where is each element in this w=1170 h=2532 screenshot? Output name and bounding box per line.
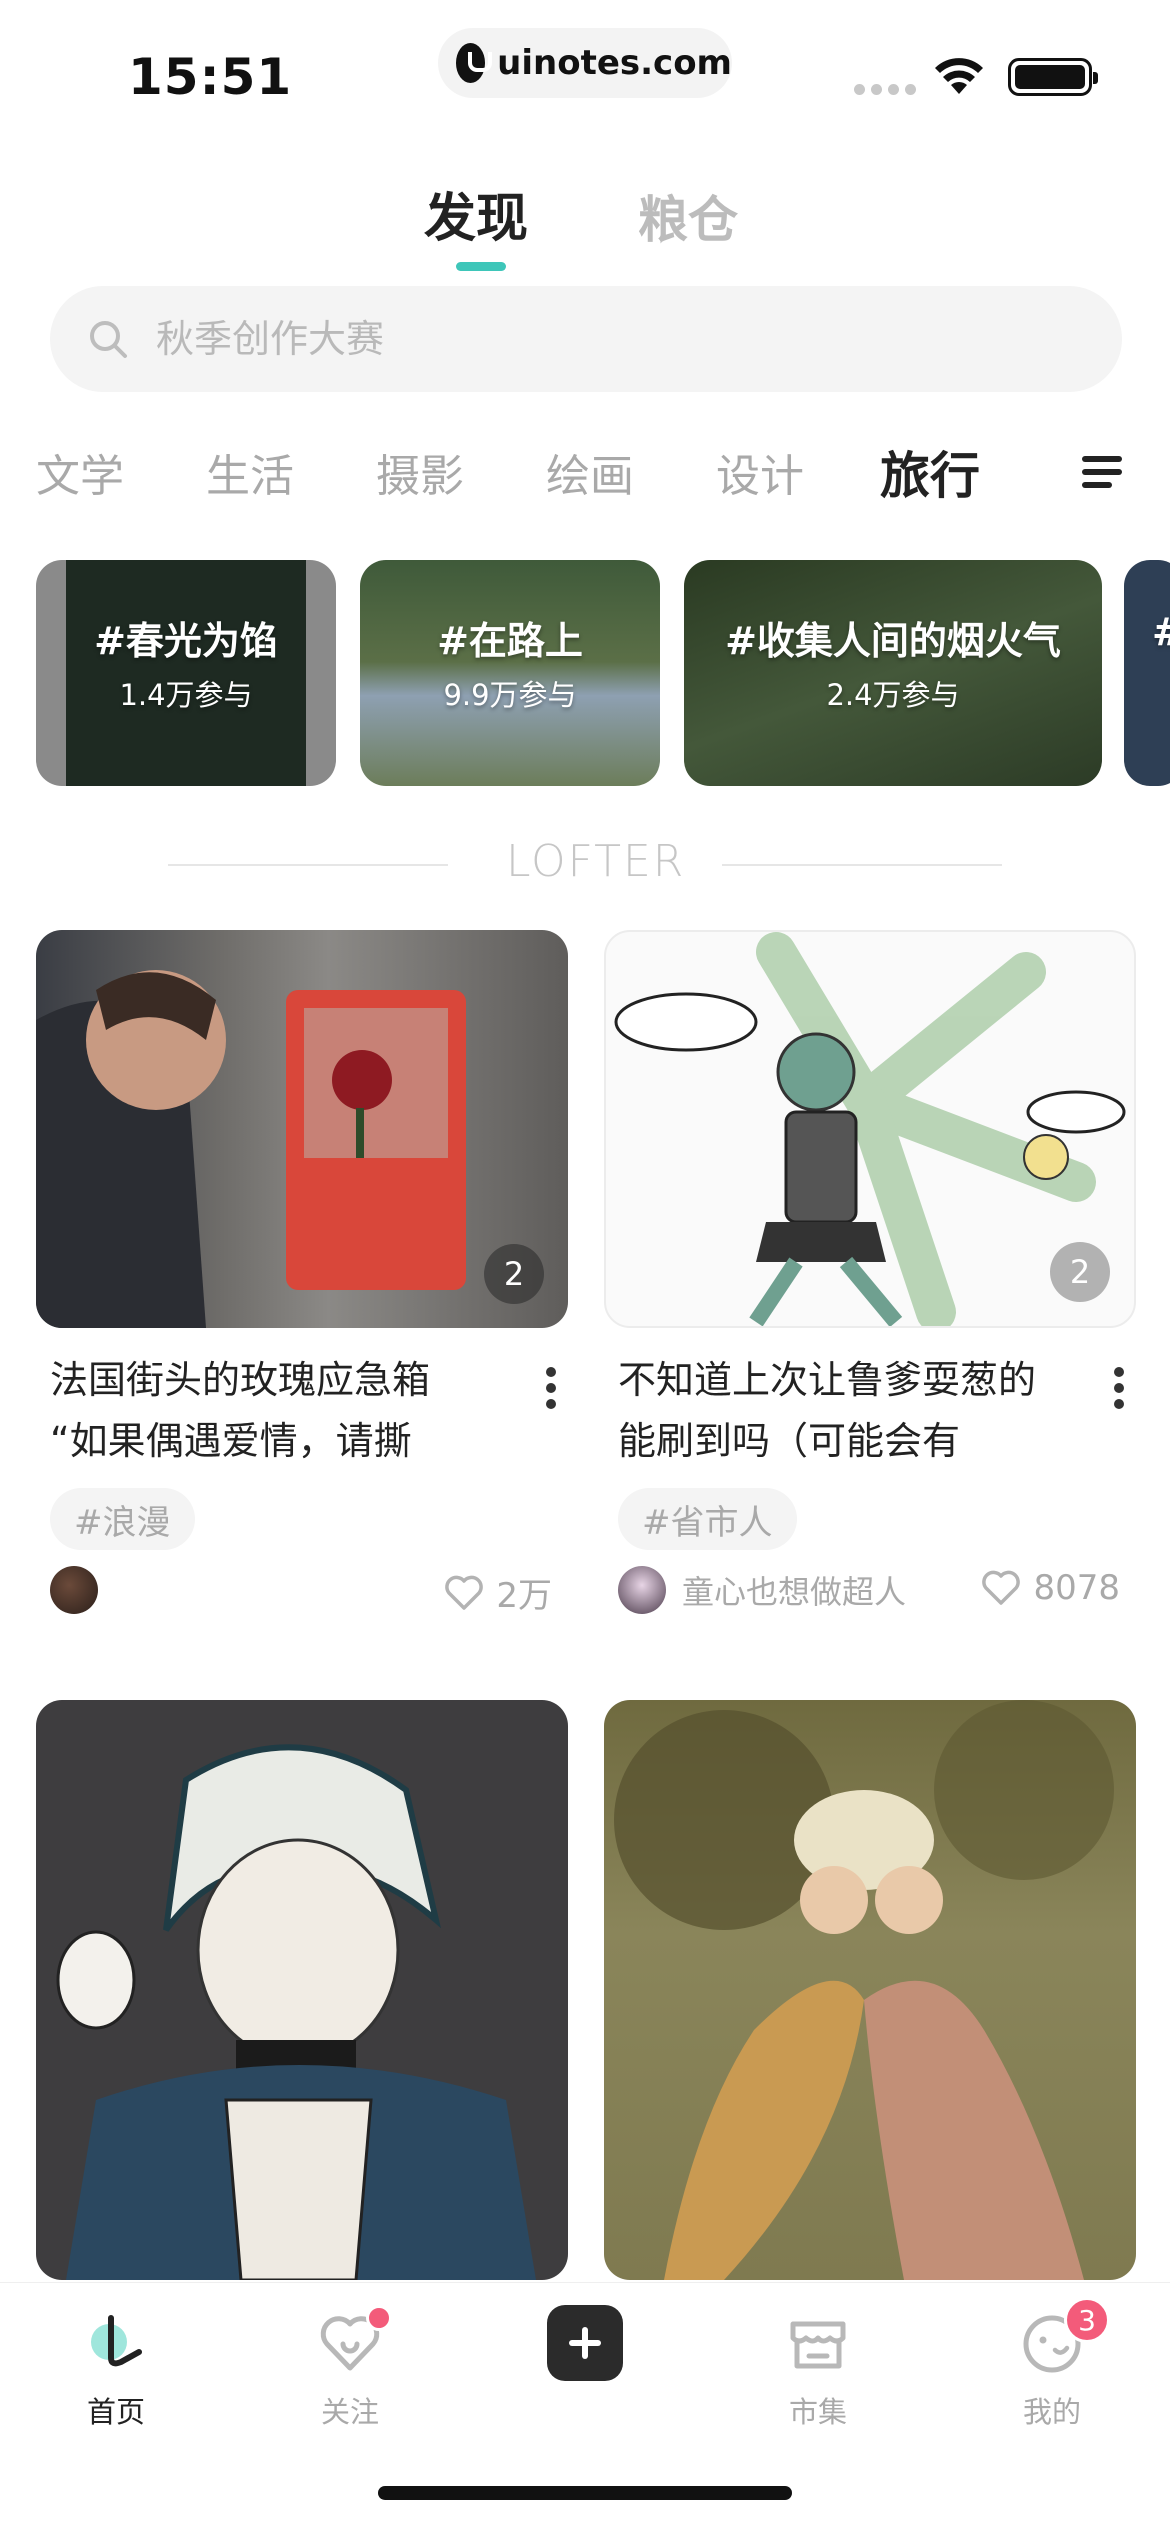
- more-options-icon[interactable]: [1112, 1366, 1126, 1410]
- nav-me-label: 我的: [1022, 2395, 1081, 2429]
- nav-me[interactable]: 3 我的: [982, 2297, 1122, 2431]
- topic-title: #在路上: [437, 619, 583, 663]
- tab-discover[interactable]: 发现: [424, 176, 528, 251]
- status-time: 15:51: [128, 48, 293, 106]
- nav-post[interactable]: [515, 2303, 655, 2383]
- cellular-signal-icon: [854, 84, 916, 95]
- heart-icon: [445, 1575, 484, 1610]
- topic-count: 2.4万参与: [826, 678, 960, 712]
- author-avatar[interactable]: [50, 1566, 98, 1614]
- nav-follow-label: 关注: [320, 2395, 379, 2429]
- topic-card[interactable]: #在路上 9.9万参与: [360, 560, 660, 786]
- tab-active-indicator: [456, 262, 506, 271]
- more-options-icon[interactable]: [544, 1366, 558, 1410]
- author-name: 童心也想做超人: [682, 1573, 907, 1611]
- home-indicator: [378, 2486, 792, 2500]
- author-avatar[interactable]: [618, 1566, 666, 1614]
- topic-card[interactable]: #春光为馅 1.4万参与: [36, 560, 336, 786]
- nav-home[interactable]: 首页: [46, 2303, 186, 2431]
- plus-icon: [569, 2327, 601, 2359]
- topic-title: #: [1124, 610, 1170, 654]
- like-count-value: 8078: [1033, 1568, 1120, 1608]
- topic-card[interactable]: #收集人间的烟火气 2.4万参与: [684, 560, 1102, 786]
- url-pill[interactable]: uinotes.com: [438, 28, 732, 98]
- divider-right: [722, 864, 1002, 866]
- home-icon: [91, 2315, 142, 2367]
- top-tabs: 发现 粮仓: [0, 170, 1170, 280]
- feed-card[interactable]: 2 不知道上次让鲁爹耍葱的能刷到吗（可能会有 #省市人 童心也想做超人 8078: [604, 930, 1136, 1614]
- follow-unread-dot: [366, 2305, 392, 2331]
- battery-icon: [1008, 58, 1098, 96]
- category-tabs: 文学 生活 摄影 绘画 设计 旅行: [0, 430, 1170, 514]
- feed-card[interactable]: [36, 1700, 568, 2280]
- post-image[interactable]: 2: [604, 930, 1136, 1328]
- image-count-badge: 2: [484, 1244, 544, 1304]
- feed-card[interactable]: [604, 1700, 1136, 2280]
- like-count[interactable]: 8078: [981, 1568, 1120, 1608]
- post-title[interactable]: 法国街头的玫瑰应急箱 “如果偶遇爱情，请撕: [50, 1350, 480, 1472]
- feed-card[interactable]: 2 法国街头的玫瑰应急箱 “如果偶遇爱情，请撕 #浪漫 2万: [36, 930, 568, 1616]
- nav-follow[interactable]: 关注: [280, 2303, 420, 2431]
- nav-home-label: 首页: [86, 2395, 145, 2429]
- topic-count: 9.9万参与: [443, 678, 577, 712]
- post-image[interactable]: [36, 1700, 568, 2280]
- like-count[interactable]: 2万: [444, 1568, 552, 1617]
- anime-character-illustration: [56, 1744, 536, 2280]
- category-painting[interactable]: 绘画: [546, 440, 634, 504]
- create-post-button[interactable]: [547, 2305, 623, 2381]
- category-life[interactable]: 生活: [206, 440, 294, 504]
- search-bar[interactable]: [50, 286, 1122, 392]
- image-count-badge: 2: [1050, 1242, 1110, 1302]
- notification-badge: 3: [1064, 2297, 1110, 2343]
- post-image[interactable]: 2: [36, 930, 568, 1328]
- divider-left: [168, 864, 448, 866]
- category-design[interactable]: 设计: [716, 440, 804, 504]
- market-icon: [790, 2321, 846, 2369]
- tab-granary[interactable]: 粮仓: [638, 180, 738, 252]
- topic-title: #春光为馅: [94, 619, 278, 663]
- category-menu-icon[interactable]: [1080, 452, 1124, 492]
- category-photography[interactable]: 摄影: [376, 440, 464, 504]
- nav-market-label: 市集: [788, 2395, 847, 2429]
- nav-market[interactable]: 市集: [748, 2303, 888, 2431]
- search-input[interactable]: [156, 317, 956, 361]
- like-count-value: 2万: [496, 1576, 552, 1616]
- topic-count: 1.4万参与: [119, 678, 253, 712]
- lofter-logo: LOFTER: [506, 836, 686, 887]
- post-image[interactable]: [604, 1700, 1136, 2280]
- category-literature[interactable]: 文学: [36, 440, 124, 504]
- post-tag[interactable]: #浪漫: [50, 1488, 195, 1550]
- topic-title: #收集人间的烟火气: [725, 619, 1061, 663]
- painting-illustration: [614, 1700, 1114, 2280]
- wifi-icon: [935, 58, 983, 94]
- status-bar: 15:51 uinotes.com: [0, 0, 1170, 130]
- site-logo-icon: [456, 43, 493, 83]
- post-author[interactable]: [50, 1566, 114, 1614]
- url-text: uinotes.com: [497, 43, 732, 83]
- post-author[interactable]: 童心也想做超人: [618, 1566, 906, 1614]
- search-icon: [90, 321, 127, 358]
- post-title[interactable]: 不知道上次让鲁爹耍葱的能刷到吗（可能会有: [618, 1350, 1048, 1472]
- topic-card[interactable]: #: [1124, 560, 1170, 786]
- heart-icon: [982, 1570, 1021, 1605]
- category-travel[interactable]: 旅行: [880, 436, 980, 508]
- post-tag[interactable]: #省市人: [618, 1488, 797, 1550]
